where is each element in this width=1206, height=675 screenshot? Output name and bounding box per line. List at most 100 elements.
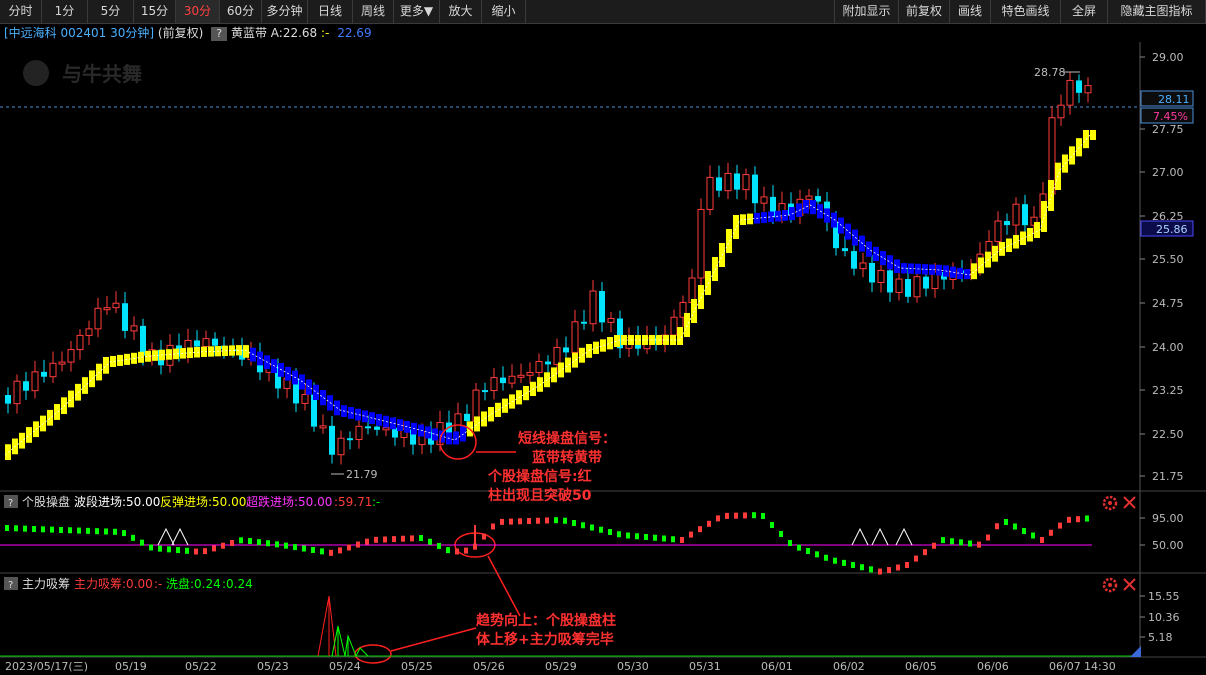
candle-body xyxy=(877,269,885,283)
panel1-axis-label: 95.00 xyxy=(1152,512,1184,525)
panel1-dot xyxy=(851,562,855,569)
band-segment xyxy=(691,299,697,323)
annotation-group: 短线操盘信号： 蓝带转黄带 个股操盘信号:红 柱出现且突破50 趋势向上：个股操… xyxy=(354,424,616,664)
panel1-close-icon[interactable] xyxy=(1123,496,1136,509)
date-label: 06/06 xyxy=(977,660,1009,673)
panel1-dot xyxy=(383,536,387,543)
chart-canvas[interactable]: 与牛共舞 29.0028.2527.7527.0026.2525.5024.75… xyxy=(0,0,1206,675)
panel1-dot xyxy=(509,518,513,525)
panel1-dot xyxy=(1004,519,1008,525)
panel1-dot xyxy=(23,525,27,532)
panel1-dot xyxy=(824,554,828,561)
panel1-header: ? 个股操盘 波段进场:50.00 反弹进场:50.00 超跌进场:50.00 … xyxy=(4,494,380,509)
band-segment xyxy=(1069,146,1075,165)
panel1-dot xyxy=(527,518,531,525)
panel1-dot xyxy=(14,525,18,532)
panel1-value: :59.71 xyxy=(334,495,372,509)
candle-body xyxy=(994,220,1002,242)
panel1-dot xyxy=(797,544,801,551)
panel1-dot xyxy=(779,531,783,537)
panel2-settings-icon[interactable] xyxy=(1102,577,1118,593)
panel1-dot xyxy=(284,542,288,549)
candlestick-series xyxy=(5,71,1092,465)
candle-body xyxy=(1066,79,1074,106)
candle-body xyxy=(905,279,911,297)
panel1-dot xyxy=(356,541,360,548)
candle-body xyxy=(382,427,390,431)
panel1-dot xyxy=(365,538,369,545)
panel1-dot xyxy=(968,540,972,547)
candle-body xyxy=(85,328,93,336)
panel1-dot xyxy=(221,542,225,549)
panel1-dot xyxy=(626,532,630,539)
panel1-dot xyxy=(428,538,432,545)
panel1-dot xyxy=(257,539,261,546)
candle-body xyxy=(374,426,380,430)
candle-body xyxy=(301,394,309,404)
panel1-name[interactable]: 个股操盘 xyxy=(22,494,70,509)
band-segment xyxy=(726,229,732,253)
panel1-dot xyxy=(194,548,198,555)
band-segment xyxy=(607,337,613,350)
panel1-settings-icon[interactable] xyxy=(1102,495,1118,511)
panel1-dot xyxy=(590,524,594,531)
date-label: 06/01 xyxy=(761,660,793,673)
band-segment xyxy=(719,243,725,267)
panel1-dot xyxy=(599,526,603,533)
panel1-dot xyxy=(563,517,567,524)
panel1-dot xyxy=(68,527,72,534)
band-segment xyxy=(733,215,739,239)
panel1-dot xyxy=(725,512,729,519)
candle-body xyxy=(94,307,102,330)
candle-body xyxy=(329,425,335,455)
panel1-dot xyxy=(464,547,468,554)
panel1-dot xyxy=(653,534,657,541)
band-segment xyxy=(1048,180,1054,211)
panel1-dot xyxy=(401,535,405,542)
scroll-corner-icon[interactable] xyxy=(1130,646,1141,657)
date-label: 05/23 xyxy=(257,660,289,673)
candle-body xyxy=(122,303,128,331)
date-label: 06/02 xyxy=(833,660,865,673)
panel1-dot xyxy=(905,562,909,568)
panel1-dot xyxy=(860,564,864,571)
band-segment xyxy=(1006,238,1012,252)
panel1-signal-peak xyxy=(157,527,175,546)
panel1-dot xyxy=(149,544,153,551)
axis-tick-label: 27.00 xyxy=(1152,166,1184,179)
band-segment xyxy=(82,377,88,394)
panel1-dot xyxy=(995,523,999,530)
panel1-dots xyxy=(5,512,1089,575)
low-marker: 21.79 xyxy=(346,468,378,481)
band-segment xyxy=(425,426,431,439)
panel1-dot xyxy=(1076,516,1080,523)
annotation-text-2b: 柱出现且突破50 xyxy=(488,487,592,504)
band-segment xyxy=(887,255,893,270)
date-axis: 2023/05/17(三) 05/19 05/22 05/23 05/24 05/25 05… xyxy=(5,660,1116,673)
band-segment xyxy=(572,352,578,368)
band-segment xyxy=(831,212,837,228)
candle-body xyxy=(760,196,768,204)
candle-body xyxy=(563,347,569,353)
band-segment xyxy=(488,407,494,422)
panel1-dot xyxy=(113,528,117,535)
panel2-name[interactable]: 主力吸筹 xyxy=(22,577,70,591)
panel1-sep: :- xyxy=(372,495,380,509)
panel2-help-q: ? xyxy=(8,580,13,591)
date-label: 06/05 xyxy=(905,660,937,673)
candle-body xyxy=(734,173,740,190)
panel2-axis-label: 15.55 xyxy=(1148,590,1180,603)
panel1-dot xyxy=(635,533,639,540)
panel2-close-icon[interactable] xyxy=(1123,578,1136,591)
panel1-dot xyxy=(698,526,702,533)
candle-body xyxy=(607,318,615,323)
band-segment xyxy=(845,223,851,240)
candle-body xyxy=(49,362,57,378)
candle-body xyxy=(355,425,363,440)
panel2-wash-sep: :0.24 xyxy=(222,577,253,591)
panel1-dot xyxy=(680,537,684,543)
candle-body xyxy=(212,338,218,346)
band-segment xyxy=(999,242,1005,256)
panel1-dot xyxy=(230,540,234,546)
band-segment xyxy=(481,411,487,427)
